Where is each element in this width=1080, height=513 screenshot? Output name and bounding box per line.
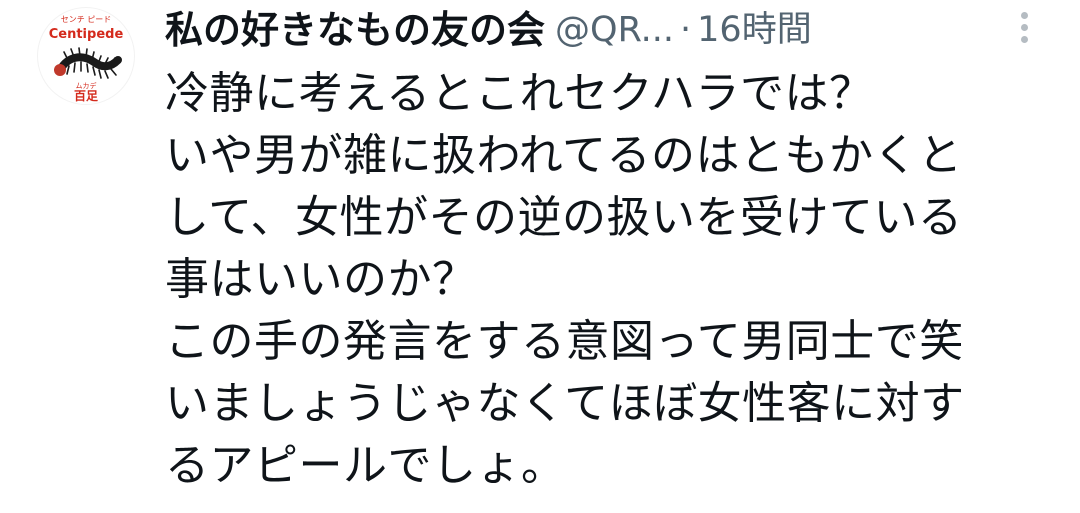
tweet-text-line: いや男が雑に扱われてるのはともかくと: [165, 130, 963, 181]
tweet-text-line: して、女性がその逆の扱いを受けている: [165, 192, 963, 243]
avatar-top-text: センチ ピード: [61, 15, 112, 24]
centipede-icon: [54, 47, 122, 79]
tweet-text: 冷静に考えるとこれセクハラでは？ いや男が雑に扱われてるのはともかくと して、女…: [165, 63, 1035, 497]
display-name[interactable]: 私の好きなもの友の会: [165, 8, 545, 52]
tweet-text-line: 冷静に考えるとこれセクハラでは？: [165, 68, 874, 119]
tweet-text-line: いましょうじゃなくてほぼ女性客に対す: [165, 378, 965, 429]
tweet-text-line: この手の発言をする意図って男同士で笑: [165, 316, 964, 367]
avatar-logo-text: Centipede: [49, 27, 124, 42]
separator-dot: ·: [680, 10, 692, 50]
more-options-button[interactable]: [1010, 12, 1038, 52]
centipede-logo-icon: センチ ピード Centipede ムカデ 百足: [49, 15, 124, 103]
timestamp[interactable]: 16時間: [697, 10, 812, 50]
ellipsis-dot: [1020, 24, 1028, 31]
tweet-text-line: るアピールでしょ。: [165, 440, 566, 491]
user-handle[interactable]: @QR...: [555, 10, 674, 50]
tweet-header: 私の好きなもの友の会 @QR... · 16時間: [165, 4, 1035, 56]
vertical-ellipsis-icon: [1020, 12, 1028, 19]
avatar[interactable]: センチ ピード Centipede ムカデ 百足: [38, 8, 134, 104]
ellipsis-dot: [1020, 36, 1028, 43]
tweet[interactable]: センチ ピード Centipede ムカデ 百足 私の好きなもの友の会 @QR.…: [0, 0, 1080, 513]
avatar-kanji: 百足: [74, 89, 98, 103]
tweet-text-line: 事はいいのか？: [165, 254, 477, 305]
